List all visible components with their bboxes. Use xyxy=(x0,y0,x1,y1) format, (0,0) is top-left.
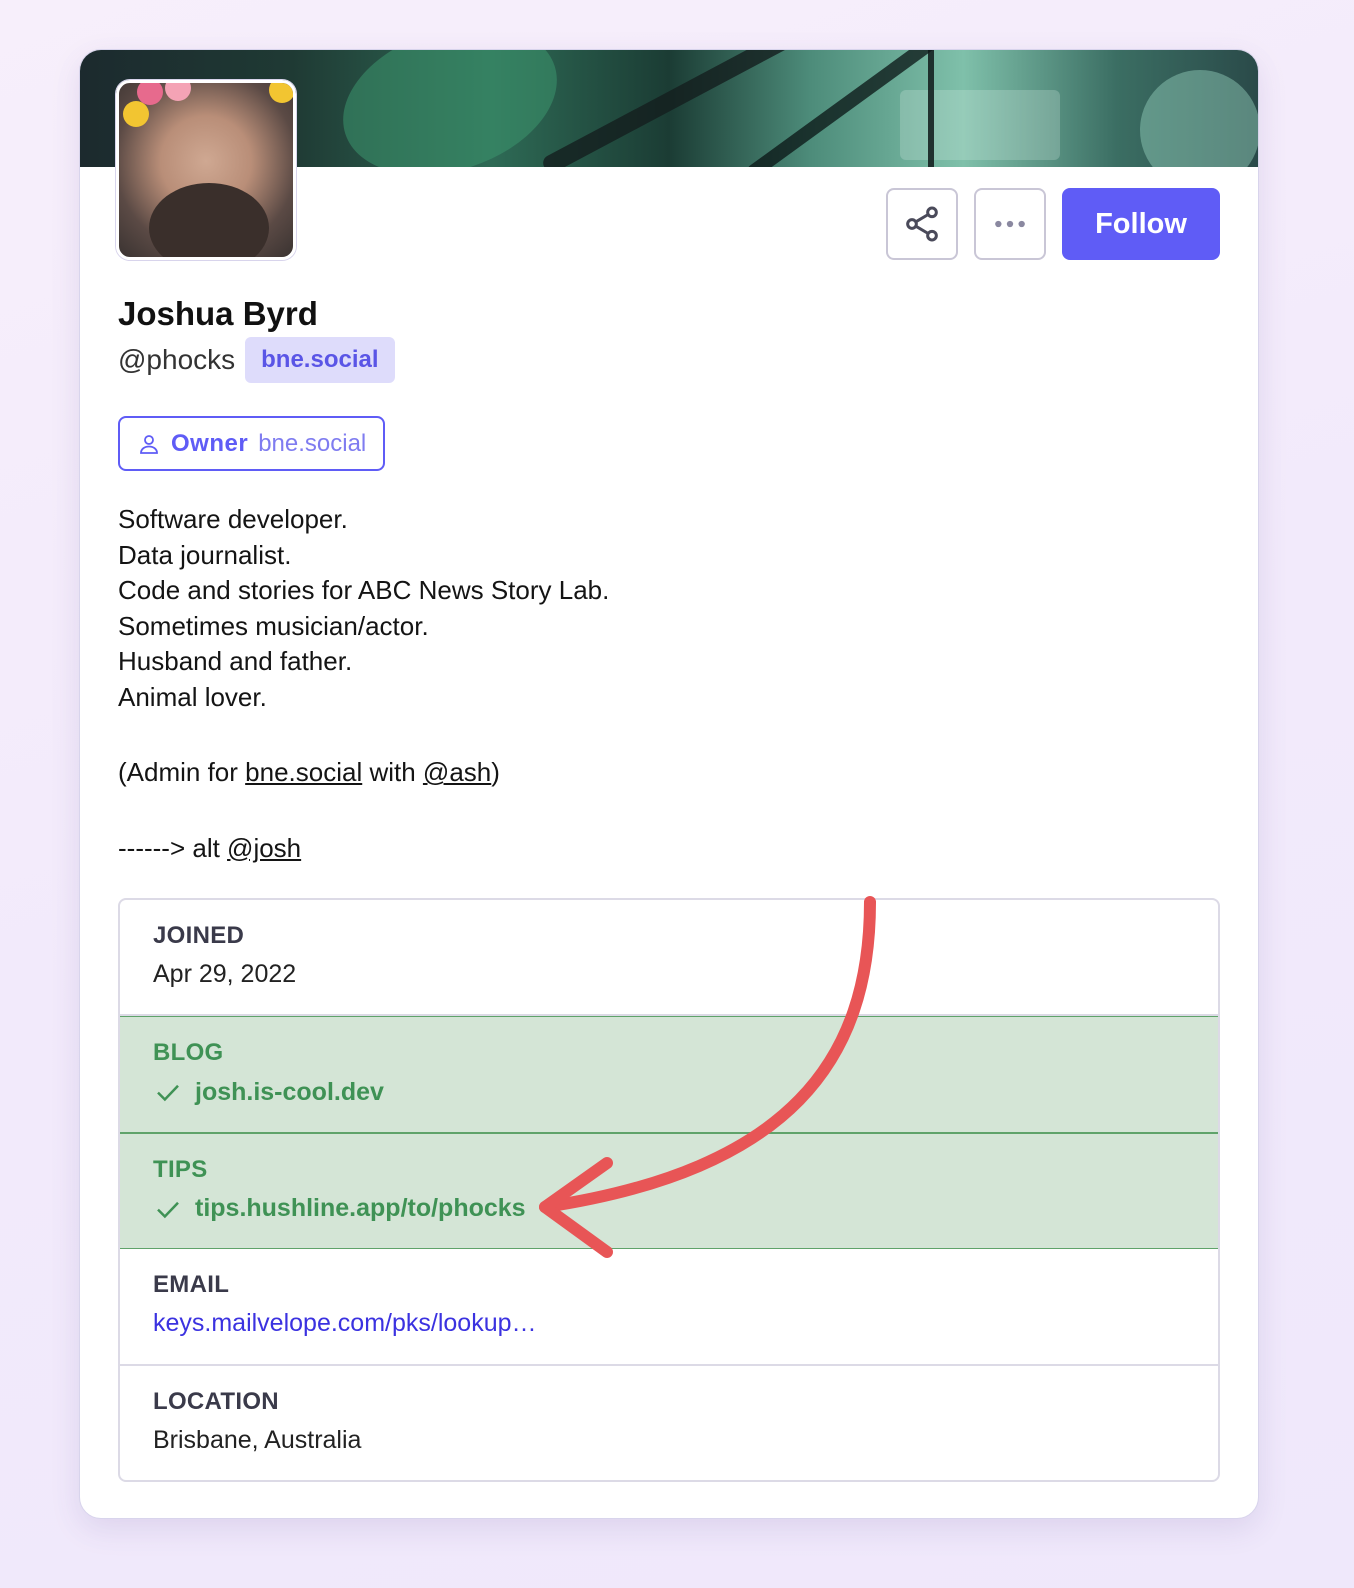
display-name: Joshua Byrd xyxy=(118,295,318,332)
ash-mention-link[interactable]: @ash xyxy=(423,757,491,787)
role-badge: Owner bne.social xyxy=(118,416,386,471)
tips-link[interactable]: tips.hushline.app/to/phocks xyxy=(195,1194,526,1223)
field-tips: TIPS tips.hushline.app/to/phocks xyxy=(120,1132,1218,1250)
server-domain-badge[interactable]: bne.social xyxy=(245,337,395,383)
field-value: Brisbane, Australia xyxy=(153,1425,362,1454)
field-value: josh.is-cool.dev xyxy=(153,1077,1185,1107)
email-link[interactable]: keys.mailvelope.com/pks/lookup… xyxy=(153,1309,537,1338)
field-location: LOCATION Brisbane, Australia xyxy=(120,1366,1218,1480)
field-label: EMAIL xyxy=(153,1271,230,1299)
field-value: Apr 29, 2022 xyxy=(153,960,297,988)
field-label: LOCATION xyxy=(153,1387,279,1415)
field-value: keys.mailvelope.com/pks/lookup… xyxy=(153,1309,1185,1338)
blog-link[interactable]: josh.is-cool.dev xyxy=(195,1078,384,1107)
role-name: Owner xyxy=(171,429,249,457)
bio-alt-line: ------> alt @josh xyxy=(118,832,302,863)
bio-line: Animal lover. xyxy=(118,681,267,712)
follow-button[interactable]: Follow xyxy=(1062,188,1220,260)
avatar[interactable] xyxy=(116,80,296,260)
profile-actions: Follow xyxy=(886,188,1220,260)
bio-line: Code and stories for ABC News Story Lab. xyxy=(118,575,610,605)
bne-social-link[interactable]: bne.social xyxy=(245,757,362,787)
bio-line: Data journalist. xyxy=(118,539,292,570)
field-value: tips.hushline.app/to/phocks xyxy=(153,1194,1185,1224)
check-icon xyxy=(157,1201,179,1219)
field-label: TIPS xyxy=(153,1155,208,1183)
share-icon xyxy=(906,206,938,242)
more-button[interactable] xyxy=(974,188,1046,260)
user-icon xyxy=(140,434,158,454)
profile-card: Follow Joshua Byrd @phocks bne.social Ow… xyxy=(79,49,1259,1519)
field-label: JOINED xyxy=(153,922,245,949)
bio-line: Husband and father. xyxy=(118,646,353,676)
role-server: bne.social xyxy=(258,429,367,457)
bio-admin-line: (Admin for bne.social with @ash) xyxy=(118,757,500,787)
bio: Software developer. Data journalist. Cod… xyxy=(118,502,609,866)
field-label: BLOG xyxy=(153,1039,224,1067)
josh-mention-link[interactable]: @josh xyxy=(227,833,301,863)
field-blog: BLOG josh.is-cool.dev xyxy=(120,1016,1218,1133)
bio-line: Sometimes musician/actor. xyxy=(118,610,429,641)
bio-line: Software developer. xyxy=(118,504,348,534)
share-button[interactable] xyxy=(886,188,958,260)
field-joined: JOINED Apr 29, 2022 xyxy=(120,900,1218,1017)
handle: @phocks xyxy=(118,344,236,375)
handle-row: @phocks bne.social xyxy=(118,337,395,383)
profile-fields: JOINED Apr 29, 2022 BLOG josh.is-cool.de… xyxy=(118,898,1220,1482)
field-email: EMAIL keys.mailvelope.com/pks/lookup… xyxy=(120,1249,1218,1366)
more-horizontal-icon xyxy=(995,220,1025,228)
check-icon xyxy=(157,1085,179,1102)
